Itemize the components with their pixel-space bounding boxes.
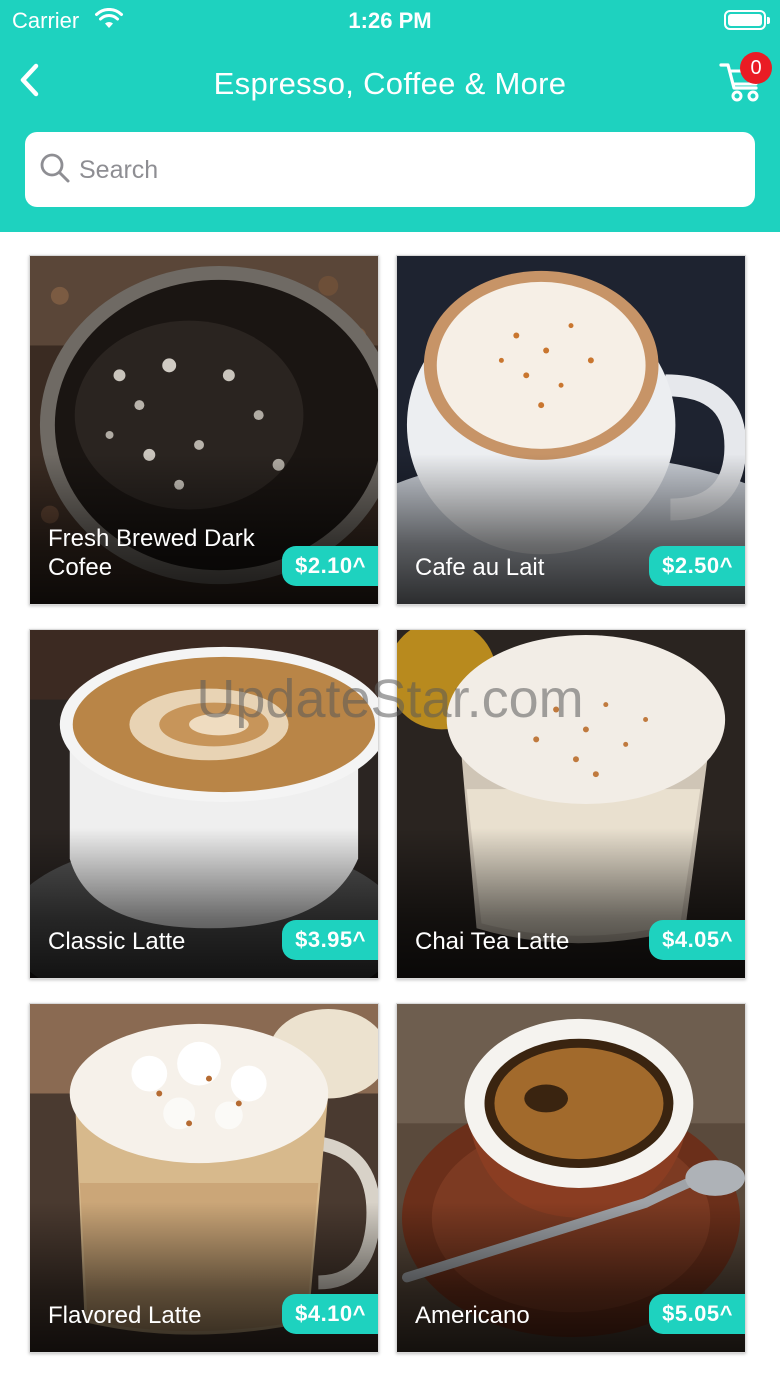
product-card-cafe-au-lait[interactable]: Cafe au Lait $2.50^ — [396, 255, 746, 605]
cart-count-badge: 0 — [740, 52, 772, 84]
price-badge[interactable]: $3.95^ — [282, 920, 378, 960]
battery-icon — [724, 10, 770, 30]
price-badge[interactable]: $5.05^ — [649, 1294, 745, 1334]
product-name: Cafe au Lait — [415, 554, 545, 581]
search-icon — [40, 153, 70, 183]
product-card-flavored-latte[interactable]: Flavored Latte $4.10^ — [29, 1003, 379, 1353]
status-bar: Carrier 1:26 PM — [0, 0, 780, 40]
search-input[interactable] — [79, 150, 719, 190]
product-name: Americano — [415, 1302, 530, 1329]
product-card-fresh-brewed-dark-cofee[interactable]: Fresh Brewed Dark Cofee $2.10^ — [29, 255, 379, 605]
price-badge[interactable]: $4.10^ — [282, 1294, 378, 1334]
search-bar[interactable] — [25, 132, 755, 207]
product-name: Fresh Brewed Dark Cofee — [48, 525, 255, 581]
product-card-americano[interactable]: Americano $5.05^ — [396, 1003, 746, 1353]
product-card-classic-latte[interactable]: Classic Latte $3.95^ — [29, 629, 379, 979]
price-badge[interactable]: $2.50^ — [649, 546, 745, 586]
page-title: Espresso, Coffee & More — [213, 66, 567, 101]
product-name: Flavored Latte — [48, 1302, 202, 1329]
clock: 1:26 PM — [348, 8, 432, 33]
price-badge[interactable]: $2.10^ — [282, 546, 378, 586]
product-card-chai-tea-latte[interactable]: Chai Tea Latte $4.05^ — [396, 629, 746, 979]
product-name: Classic Latte — [48, 928, 186, 955]
price-badge[interactable]: $4.05^ — [649, 920, 745, 960]
product-name: Chai Tea Latte — [415, 928, 570, 955]
